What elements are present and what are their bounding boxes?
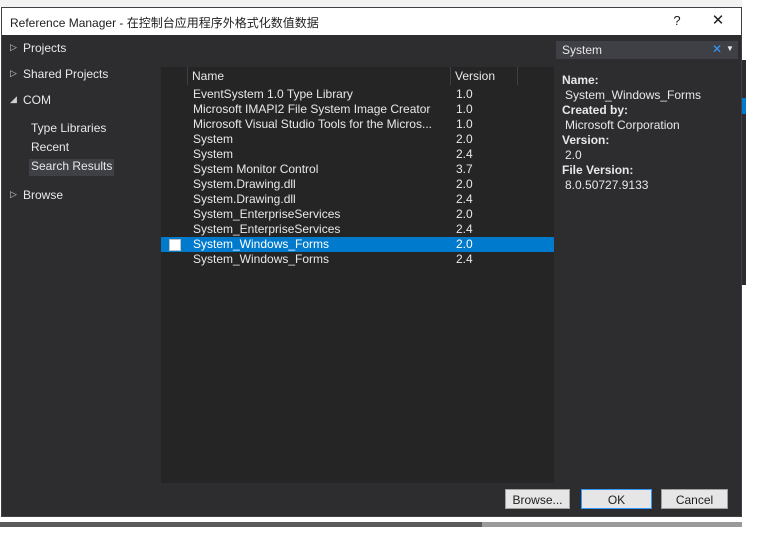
background-app-accent bbox=[742, 98, 746, 114]
list-row[interactable]: System_EnterpriseServices 2.0 bbox=[161, 207, 554, 222]
row-version: 1.0 bbox=[456, 117, 473, 131]
row-version: 2.0 bbox=[456, 207, 473, 221]
row-version: 2.0 bbox=[456, 132, 473, 146]
row-version: 3.7 bbox=[456, 162, 473, 176]
nav-item-com[interactable]: ◢ COM bbox=[2, 91, 152, 111]
column-separator[interactable] bbox=[517, 67, 518, 85]
list-row[interactable]: System.Drawing.dll 2.4 bbox=[161, 192, 554, 207]
expand-arrow-icon[interactable]: ▷ bbox=[10, 189, 17, 200]
background-status-bar-right bbox=[482, 522, 742, 527]
cancel-button[interactable]: Cancel bbox=[661, 489, 728, 509]
close-button[interactable]: ✕ bbox=[707, 11, 729, 31]
background-app-panel bbox=[742, 60, 746, 285]
list-row[interactable]: System_Windows_Forms 2.4 bbox=[161, 252, 554, 267]
details-name-label: Name: bbox=[562, 73, 599, 87]
row-name: System_EnterpriseServices bbox=[193, 207, 341, 221]
reference-manager-dialog: Reference Manager - 在控制台应用程序外格式化数值数据 ? ✕… bbox=[1, 7, 742, 517]
background-app-right bbox=[742, 0, 774, 537]
collapse-arrow-icon[interactable]: ◢ bbox=[10, 94, 17, 105]
title-bar: Reference Manager - 在控制台应用程序外格式化数值数据 ? ✕ bbox=[2, 8, 741, 35]
list-row[interactable]: Microsoft Visual Studio Tools for the Mi… bbox=[161, 117, 554, 132]
row-version: 2.0 bbox=[456, 237, 473, 251]
row-name: System bbox=[193, 147, 234, 161]
row-version: 2.4 bbox=[456, 192, 473, 206]
clear-search-icon[interactable]: ✕ bbox=[712, 42, 722, 56]
nav-item-browse[interactable]: ▷ Browse bbox=[2, 186, 152, 206]
row-version: 2.4 bbox=[456, 147, 473, 161]
list-row[interactable]: System.Drawing.dll 2.0 bbox=[161, 177, 554, 192]
list-row[interactable]: System 2.0 bbox=[161, 132, 554, 147]
list-row[interactable]: System Monitor Control 3.7 bbox=[161, 162, 554, 177]
ok-button[interactable]: OK bbox=[581, 489, 652, 509]
row-name: Microsoft IMAPI2 File System Image Creat… bbox=[193, 102, 431, 116]
row-version: 2.4 bbox=[456, 222, 473, 236]
list-row[interactable]: EventSystem 1.0 Type Library 1.0 bbox=[161, 87, 554, 102]
search-input-value[interactable]: System bbox=[562, 43, 602, 57]
row-version: 1.0 bbox=[456, 102, 473, 116]
nav-item-projects[interactable]: ▷ Projects bbox=[2, 39, 152, 59]
row-version: 2.4 bbox=[456, 252, 473, 266]
row-name: Microsoft Visual Studio Tools for the Mi… bbox=[193, 117, 432, 131]
reference-list: Name Version EventSystem 1.0 Type Librar… bbox=[161, 67, 554, 483]
row-name: System_Windows_Forms bbox=[193, 252, 330, 266]
list-row[interactable]: System_EnterpriseServices 2.4 bbox=[161, 222, 554, 237]
details-created-value: Microsoft Corporation bbox=[565, 118, 680, 132]
nav-item-type-libraries[interactable]: Type Libraries bbox=[31, 121, 106, 138]
column-header-name[interactable]: Name bbox=[192, 69, 224, 83]
nav-item-label: Browse bbox=[23, 188, 64, 202]
details-version-label: Version: bbox=[562, 133, 610, 147]
details-file-version-label: File Version: bbox=[562, 163, 634, 177]
dropdown-arrow-icon[interactable]: ▼ bbox=[726, 44, 734, 53]
row-name: EventSystem 1.0 Type Library bbox=[193, 87, 353, 101]
nav-item-label: COM bbox=[23, 93, 51, 107]
row-name: System.Drawing.dll bbox=[193, 177, 296, 191]
list-header: Name Version bbox=[161, 67, 554, 85]
browse-button[interactable]: Browse... bbox=[505, 489, 570, 509]
list-row[interactable]: System 2.4 bbox=[161, 147, 554, 162]
details-file-version-value: 8.0.50727.9133 bbox=[565, 178, 649, 192]
column-separator[interactable] bbox=[450, 67, 451, 85]
column-header-version[interactable]: Version bbox=[455, 69, 495, 83]
nav-item-recent[interactable]: Recent bbox=[31, 140, 69, 157]
row-name: System_Windows_Forms bbox=[193, 237, 330, 251]
row-checkbox[interactable] bbox=[169, 239, 181, 251]
nav-item-search-results[interactable]: Search Results bbox=[29, 159, 115, 176]
row-version: 1.0 bbox=[456, 87, 473, 101]
nav-item-shared-projects[interactable]: ▷ Shared Projects bbox=[2, 65, 152, 85]
row-name: System.Drawing.dll bbox=[193, 192, 296, 206]
row-name: System_EnterpriseServices bbox=[193, 222, 341, 236]
row-name: System bbox=[193, 132, 234, 146]
details-name-value: System_Windows_Forms bbox=[565, 88, 702, 102]
nav-item-label: Shared Projects bbox=[23, 67, 109, 81]
list-row-selected[interactable]: System_Windows_Forms 2.0 bbox=[161, 237, 554, 252]
details-created-label: Created by: bbox=[562, 103, 629, 117]
category-nav: ▷ Projects ▷ Shared Projects ◢ COM Type … bbox=[2, 35, 162, 475]
search-input[interactable]: System ✕ ▼ bbox=[556, 41, 738, 59]
background-app-top bbox=[0, 0, 774, 7]
expand-arrow-icon[interactable]: ▷ bbox=[10, 68, 17, 79]
nav-item-label: Projects bbox=[23, 41, 67, 55]
background-status-bar bbox=[0, 522, 482, 527]
window-title: Reference Manager - 在控制台应用程序外格式化数值数据 bbox=[10, 16, 319, 30]
expand-arrow-icon[interactable]: ▷ bbox=[10, 42, 17, 53]
list-row[interactable]: Microsoft IMAPI2 File System Image Creat… bbox=[161, 102, 554, 117]
column-separator[interactable] bbox=[187, 67, 188, 85]
details-version-value: 2.0 bbox=[565, 148, 582, 162]
row-name: System Monitor Control bbox=[193, 162, 319, 176]
row-version: 2.0 bbox=[456, 177, 473, 191]
background-app-bottom bbox=[0, 517, 774, 537]
help-button[interactable]: ? bbox=[666, 11, 688, 31]
